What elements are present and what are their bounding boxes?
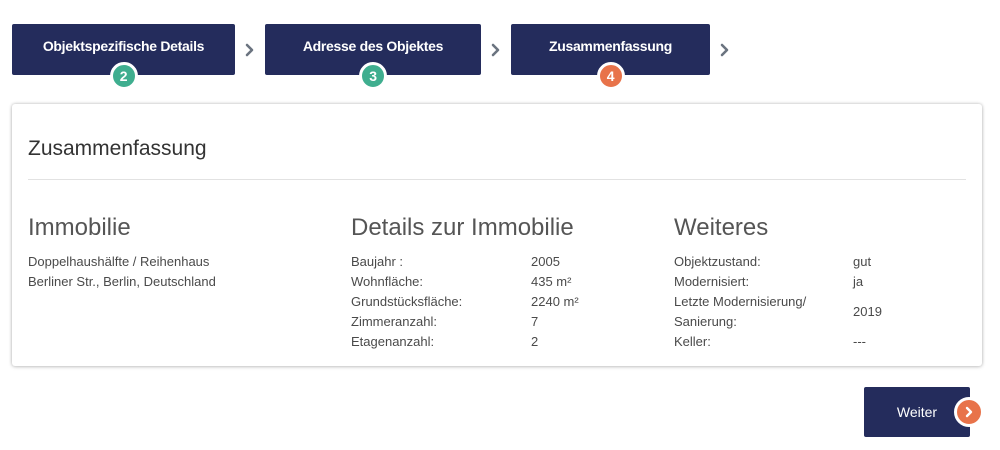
detail-label: Baujahr :: [351, 254, 404, 269]
weiteres-value: 2019: [853, 304, 882, 319]
step-objektspezifische-details[interactable]: Objektspezifische Details 2: [12, 24, 235, 90]
detail-value: 7: [531, 314, 539, 329]
weiter-label: Weiter: [896, 404, 938, 420]
immobilie-heading: Immobilie: [28, 214, 131, 241]
step-number-badge: 2: [109, 62, 138, 90]
detail-label: Grundstücksfläche:: [351, 294, 463, 309]
divider: [28, 179, 966, 180]
weiteres-row-objektzustand: Objektzustand: gut: [674, 252, 974, 272]
weiteres-row-letzte-modernisierung: Letzte Modernisierung/ Sanierung: 2019: [674, 292, 974, 332]
detail-label: Wohnfläche:: [351, 274, 424, 289]
summary-card: Zusammenfassung Immobilie Doppelhaushälf…: [12, 104, 982, 366]
step-label: Zusammenfassung: [548, 38, 673, 54]
step-zusammenfassung[interactable]: Zusammenfassung 4: [511, 24, 710, 90]
detail-row-wohnflaeche: Wohnfläche: 435 m²: [351, 272, 651, 292]
property-address: Berliner Str., Berlin, Deutschland: [28, 274, 216, 289]
detail-row-baujahr: Baujahr : 2005: [351, 252, 651, 272]
step-number-badge: 4: [596, 62, 625, 90]
chevron-right-icon: [243, 40, 257, 60]
detail-value: 2240 m²: [531, 294, 579, 309]
details-section: Details zur Immobilie Baujahr : 2005 Woh…: [351, 214, 651, 352]
detail-row-grundstuecksflaeche: Grundstücksfläche: 2240 m²: [351, 292, 651, 312]
weiteres-label: Keller:: [674, 334, 711, 349]
weiteres-value: gut: [853, 254, 872, 269]
weiteres-row-modernisiert: Modernisiert: ja: [674, 272, 974, 292]
weiteres-section: Weiteres Objektzustand: gut Modernisiert…: [674, 214, 974, 352]
detail-row-zimmeranzahl: Zimmeranzahl: 7: [351, 312, 651, 332]
chevron-right-icon: [718, 40, 732, 60]
detail-value: 2: [531, 334, 539, 349]
step-number-badge: 3: [359, 62, 387, 90]
weiteres-value: ---: [853, 334, 866, 349]
weiteres-value: ja: [853, 274, 864, 289]
detail-value: 2005: [531, 254, 560, 269]
immobilie-section: Immobilie Doppelhaushälfte / Reihenhaus …: [28, 214, 328, 292]
weiteres-row-keller: Keller: ---: [674, 332, 974, 352]
details-heading: Details zur Immobilie: [351, 214, 574, 241]
detail-value: 435 m²: [531, 274, 572, 289]
detail-label: Etagenanzahl:: [351, 334, 435, 349]
step-label: Objektspezifische Details: [42, 38, 205, 54]
detail-row-etagenanzahl: Etagenanzahl: 2: [351, 332, 651, 352]
weiteres-heading: Weiteres: [674, 214, 769, 241]
chevron-right-icon[interactable]: [954, 397, 984, 427]
property-type: Doppelhaushälfte / Reihenhaus: [28, 254, 210, 269]
chevron-right-icon: [489, 40, 503, 60]
weiteres-label: Letzte Modernisierung/ Sanierung:: [674, 294, 807, 329]
detail-label: Zimmeranzahl:: [351, 314, 437, 329]
weiteres-label: Modernisiert:: [674, 274, 750, 289]
step-adresse-des-objektes[interactable]: Adresse des Objektes 3: [265, 24, 481, 90]
step-label: Adresse des Objektes: [302, 38, 444, 54]
summary-title: Zusammenfassung: [28, 137, 207, 160]
weiteres-label: Objektzustand:: [674, 254, 761, 269]
